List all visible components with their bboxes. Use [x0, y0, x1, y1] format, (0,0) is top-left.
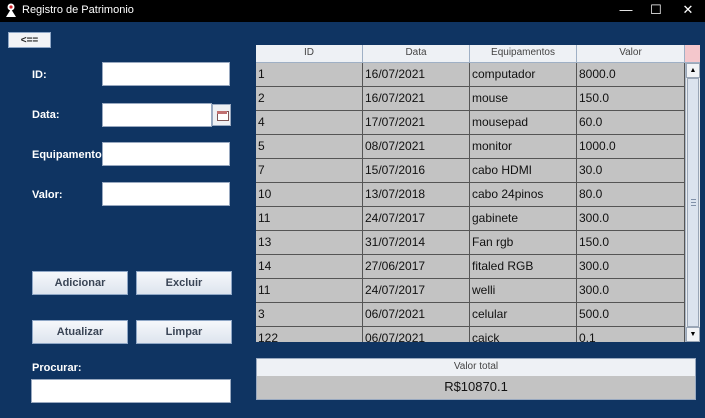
search-input[interactable]	[31, 379, 231, 403]
cell-id[interactable]: 13	[256, 231, 363, 255]
cell-valor[interactable]: 1000.0	[577, 135, 685, 159]
cell-id[interactable]: 1	[256, 63, 363, 87]
adicionar-button[interactable]: Adicionar	[32, 271, 128, 295]
vertical-scrollbar[interactable]: ▲ ▼	[685, 63, 700, 342]
cell-equipamento[interactable]: celular	[470, 303, 577, 327]
calendar-button[interactable]	[212, 104, 231, 126]
cell-data[interactable]: 16/07/2021	[363, 63, 470, 87]
table-row[interactable]: 1 16/07/2021 computador 8000.0	[256, 63, 685, 87]
valor-label: Valor:	[32, 189, 63, 201]
cell-valor[interactable]: 300.0	[577, 279, 685, 303]
scrollbar-thumb[interactable]	[687, 78, 699, 327]
table-row[interactable]: 7 15/07/2016 cabo HDMI 30.0	[256, 159, 685, 183]
cell-data[interactable]: 13/07/2018	[363, 183, 470, 207]
table-row[interactable]: 13 31/07/2014 Fan rgb 150.0	[256, 231, 685, 255]
data-label: Data:	[32, 109, 60, 121]
cell-valor[interactable]: 60.0	[577, 111, 685, 135]
column-header-data[interactable]: Data	[363, 45, 470, 62]
table-header: ID Data Equipamentos Valor	[256, 45, 700, 63]
cell-valor[interactable]: 80.0	[577, 183, 685, 207]
cell-valor[interactable]: 8000.0	[577, 63, 685, 87]
patrimonio-table: ID Data Equipamentos Valor 1 16/07/2021 co…	[256, 45, 700, 342]
column-header-equipamentos[interactable]: Equipamentos	[470, 45, 577, 62]
cell-id[interactable]: 14	[256, 255, 363, 279]
scroll-down-arrow-icon[interactable]: ▼	[686, 327, 700, 342]
excluir-button[interactable]: Excluir	[136, 271, 232, 295]
cell-data[interactable]: 27/06/2017	[363, 255, 470, 279]
back-button[interactable]: <==	[8, 32, 51, 48]
cell-data[interactable]: 15/07/2016	[363, 159, 470, 183]
cell-equipamento[interactable]: gabinete	[470, 207, 577, 231]
cell-id[interactable]: 7	[256, 159, 363, 183]
procurar-label: Procurar:	[32, 362, 82, 374]
window-title: Registro de Patrimonio	[22, 4, 134, 16]
close-button[interactable]: ✕	[672, 0, 704, 22]
id-field[interactable]	[102, 62, 230, 86]
atualizar-button[interactable]: Atualizar	[32, 320, 128, 344]
column-header-id[interactable]: ID	[256, 45, 363, 62]
limpar-button[interactable]: Limpar	[136, 320, 232, 344]
cell-equipamento[interactable]: welli	[470, 279, 577, 303]
table-corner	[685, 45, 700, 62]
cell-id[interactable]: 11	[256, 207, 363, 231]
cell-id[interactable]: 4	[256, 111, 363, 135]
cell-data[interactable]: 06/07/2021	[363, 303, 470, 327]
cell-data[interactable]: 31/07/2014	[363, 231, 470, 255]
cell-equipamento[interactable]: computador	[470, 63, 577, 87]
cell-valor[interactable]: 0.1	[577, 327, 685, 342]
table-row[interactable]: 14 27/06/2017 fitaled RGB 300.0	[256, 255, 685, 279]
equipamento-label: Equipamento:	[32, 149, 106, 161]
cell-data[interactable]: 24/07/2017	[363, 207, 470, 231]
title-bar: Registro de Patrimonio — ☐ ✕	[0, 0, 705, 22]
cell-equipamento[interactable]: cabo 24pinos	[470, 183, 577, 207]
minimize-button[interactable]: —	[610, 0, 642, 22]
cell-id[interactable]: 3	[256, 303, 363, 327]
cell-data[interactable]: 06/07/2021	[363, 327, 470, 342]
maximize-button[interactable]: ☐	[640, 0, 672, 22]
table-row[interactable]: 2 16/07/2021 mouse 150.0	[256, 87, 685, 111]
cell-id[interactable]: 11	[256, 279, 363, 303]
duke-java-icon	[6, 3, 16, 17]
cell-valor[interactable]: 300.0	[577, 207, 685, 231]
column-header-valor[interactable]: Valor	[577, 45, 685, 62]
cell-valor[interactable]: 500.0	[577, 303, 685, 327]
cell-valor[interactable]: 30.0	[577, 159, 685, 183]
cell-equipamento[interactable]: caick	[470, 327, 577, 342]
table-row[interactable]: 3 06/07/2021 celular 500.0	[256, 303, 685, 327]
cell-id[interactable]: 2	[256, 87, 363, 111]
id-label: ID:	[32, 69, 47, 81]
table-body: 1 16/07/2021 computador 8000.0 2 16/07/2021 mo…	[256, 63, 685, 342]
table-row[interactable]: 4 17/07/2021 mousepad 60.0	[256, 111, 685, 135]
total-panel: Valor total R$10870.1	[256, 358, 696, 400]
cell-valor[interactable]: 150.0	[577, 87, 685, 111]
cell-data[interactable]: 08/07/2021	[363, 135, 470, 159]
cell-equipamento[interactable]: Fan rgb	[470, 231, 577, 255]
table-row[interactable]: 11 24/07/2017 gabinete 300.0	[256, 207, 685, 231]
cell-equipamento[interactable]: mousepad	[470, 111, 577, 135]
cell-data[interactable]: 16/07/2021	[363, 87, 470, 111]
cell-id[interactable]: 10	[256, 183, 363, 207]
data-field[interactable]	[102, 103, 212, 127]
cell-equipamento[interactable]: mouse	[470, 87, 577, 111]
cell-id[interactable]: 5	[256, 135, 363, 159]
cell-valor[interactable]: 300.0	[577, 255, 685, 279]
equipamento-field[interactable]	[102, 142, 230, 166]
cell-equipamento[interactable]: monitor	[470, 135, 577, 159]
table-row[interactable]: 5 08/07/2021 monitor 1000.0	[256, 135, 685, 159]
table-row[interactable]: 11 24/07/2017 welli 300.0	[256, 279, 685, 303]
total-value: R$10870.1	[257, 376, 695, 399]
cell-equipamento[interactable]: cabo HDMI	[470, 159, 577, 183]
cell-data[interactable]: 17/07/2021	[363, 111, 470, 135]
cell-data[interactable]: 24/07/2017	[363, 279, 470, 303]
cell-valor[interactable]: 150.0	[577, 231, 685, 255]
valor-field[interactable]	[102, 182, 230, 206]
cell-id[interactable]: 122	[256, 327, 363, 342]
cell-equipamento[interactable]: fitaled RGB	[470, 255, 577, 279]
main-panel: <== ID: Data: Equipamento: Valor: Adicio…	[0, 22, 705, 418]
scroll-up-arrow-icon[interactable]: ▲	[686, 63, 700, 78]
table-row[interactable]: 122 06/07/2021 caick 0.1	[256, 327, 685, 342]
table-row[interactable]: 10 13/07/2018 cabo 24pinos 80.0	[256, 183, 685, 207]
total-header: Valor total	[257, 359, 695, 377]
